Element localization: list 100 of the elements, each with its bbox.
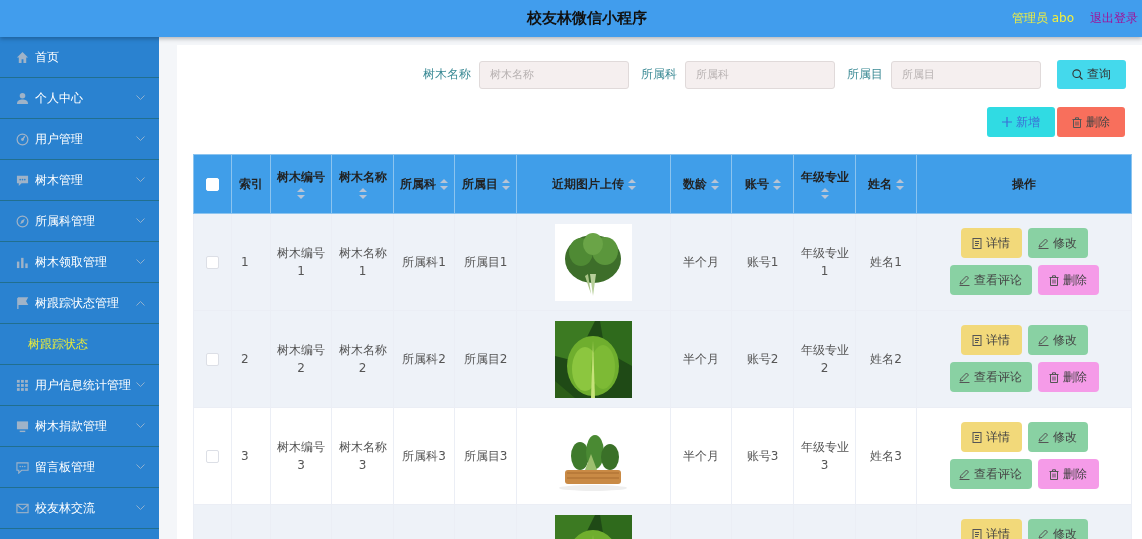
document-icon (972, 528, 982, 539)
table-cell: 树木编号2 (270, 310, 332, 408)
table-cell: 年级专业2 (793, 310, 856, 408)
delete-button[interactable]: 删除 (1057, 107, 1125, 137)
column-heading: 树木名称 (338, 169, 387, 185)
pencil-icon (1038, 528, 1049, 539)
table-cell: 半个月 (670, 310, 732, 408)
edit-button[interactable]: 修改 (1027, 519, 1088, 539)
row-checkbox[interactable] (206, 256, 219, 269)
pencil-icon (1038, 431, 1049, 443)
column-heading: 近期图片上传 (551, 176, 624, 192)
monitor-icon (16, 419, 29, 433)
add-button[interactable]: 新增 (987, 107, 1055, 137)
app-title: 校友林微信小程序 (527, 9, 647, 28)
table-row[interactable]: 2 树木编号2 树木名称2 所属科2 所属目2 半个月 账号2 年级专业2 姓名2 详情 修改 查看评论 删除 (193, 310, 1132, 408)
table-cell: 树木编号3 (270, 407, 332, 505)
field-label: 树木名称 (423, 66, 471, 83)
delete-button[interactable]: 删除 (1037, 459, 1099, 489)
sidebar-item[interactable]: 所属科管理 (0, 201, 159, 242)
home-icon (16, 50, 29, 64)
table-cell: 姓名3 (855, 407, 917, 505)
column-heading: 数龄 (683, 176, 707, 192)
sidebar-item[interactable]: 留言板管理 (0, 447, 159, 488)
delete-button[interactable]: 删除 (1037, 265, 1099, 295)
flag-icon (16, 296, 29, 310)
table-cell: 树木编号1 (270, 213, 332, 311)
chat-icon (16, 173, 29, 187)
sort-icon[interactable] (896, 178, 904, 190)
column-heading: 年级专业 (800, 169, 849, 185)
column-heading: 所属科 (400, 176, 436, 192)
user-icon (16, 91, 29, 105)
table-cell: 年级专业3 (793, 407, 856, 505)
search-icon (1072, 69, 1083, 80)
field-label: 所属目 (847, 66, 883, 83)
search-button[interactable]: 查询 (1057, 60, 1126, 89)
table-row[interactable]: 详情 修改 (193, 504, 1132, 539)
column-heading: 姓名 (868, 176, 892, 192)
table-cell: 树木名称3 (331, 407, 394, 505)
table-cell: 所属目3 (454, 407, 517, 505)
table-cell: 账号2 (731, 310, 794, 408)
table-cell: 所属科1 (393, 213, 455, 311)
sort-icon[interactable] (772, 178, 781, 190)
table-row[interactable]: 1 树木编号1 树木名称1 所属科1 所属目1 半个月 账号1 年级专业1 姓名1 详情 修改 查看评论 删除 (193, 213, 1132, 311)
comments-button[interactable]: 查看评论 (949, 362, 1032, 392)
pencil-icon (959, 468, 970, 480)
comments-button[interactable]: 查看评论 (949, 459, 1032, 489)
compass-icon (16, 214, 29, 228)
row-checkbox[interactable] (206, 353, 219, 366)
row-checkbox[interactable] (206, 450, 219, 463)
trash-icon (1072, 116, 1082, 128)
table-cell: 所属科2 (393, 310, 455, 408)
field-label: 所属科 (641, 66, 677, 83)
table-cell: 账号1 (731, 213, 794, 311)
sort-icon[interactable] (820, 187, 829, 199)
sidebar-item[interactable]: 用户管理 (0, 119, 159, 160)
sidebar-item[interactable]: 树木捐款管理 (0, 406, 159, 447)
table-cell: 所属目2 (454, 310, 517, 408)
trash-icon (1049, 371, 1059, 383)
table-cell: 1 (231, 213, 271, 311)
table-row[interactable]: 3 树木编号3 树木名称3 所属科3 所属目3 半个月 账号3 年级专业3 姓名3 详情 修改 查看评论 删除 (193, 407, 1132, 505)
message-icon (16, 460, 29, 474)
column-heading: 所属目 (461, 176, 498, 192)
sort-icon[interactable] (440, 178, 448, 190)
submenu-item[interactable]: 树跟踪状态 (0, 324, 159, 365)
document-icon (972, 237, 982, 249)
details-button[interactable]: 详情 (960, 228, 1022, 258)
details-button[interactable]: 详情 (960, 422, 1022, 452)
pencil-icon (1038, 237, 1049, 249)
table-cell: 所属目1 (454, 213, 517, 311)
table-cell: 姓名1 (855, 213, 917, 311)
search-field[interactable]: 树木名称 (479, 60, 629, 89)
sort-icon[interactable] (501, 178, 510, 190)
select-all-checkbox[interactable] (206, 178, 219, 191)
delete-button[interactable]: 删除 (1037, 362, 1099, 392)
sort-icon[interactable] (627, 178, 636, 190)
table-cell: 树木名称2 (331, 310, 394, 408)
table-cell: 年级专业1 (793, 213, 856, 311)
edit-button[interactable]: 修改 (1027, 422, 1088, 452)
column-heading: 操作 (1012, 176, 1036, 192)
trash-icon (1049, 274, 1059, 286)
column-heading: 索引 (239, 176, 263, 192)
sidebar-item[interactable]: 用户信息统计管理 (0, 365, 159, 406)
mail-icon (16, 501, 29, 515)
table-cell: 账号3 (731, 407, 794, 505)
admin-name: 管理员 abo (1011, 10, 1074, 27)
sidebar-item[interactable]: 树木领取管理 (0, 242, 159, 283)
details-button[interactable]: 详情 (960, 325, 1022, 355)
document-icon (972, 431, 982, 443)
sidebar-item[interactable]: 树木管理 (0, 160, 159, 201)
sort-icon[interactable] (297, 187, 305, 199)
edit-button[interactable]: 修改 (1027, 228, 1088, 258)
sort-icon[interactable] (711, 178, 719, 190)
sidebar-item[interactable]: 个人中心 (0, 78, 159, 119)
sort-icon[interactable] (358, 187, 367, 199)
sidebar-item[interactable]: 校友林交流 (0, 488, 159, 529)
sidebar-item[interactable]: 首页 (0, 37, 159, 78)
edit-button[interactable]: 修改 (1027, 325, 1088, 355)
details-button[interactable]: 详情 (960, 519, 1022, 539)
comments-button[interactable]: 查看评论 (949, 265, 1032, 295)
sidebar-item[interactable]: 树跟踪状态管理 (0, 283, 159, 324)
